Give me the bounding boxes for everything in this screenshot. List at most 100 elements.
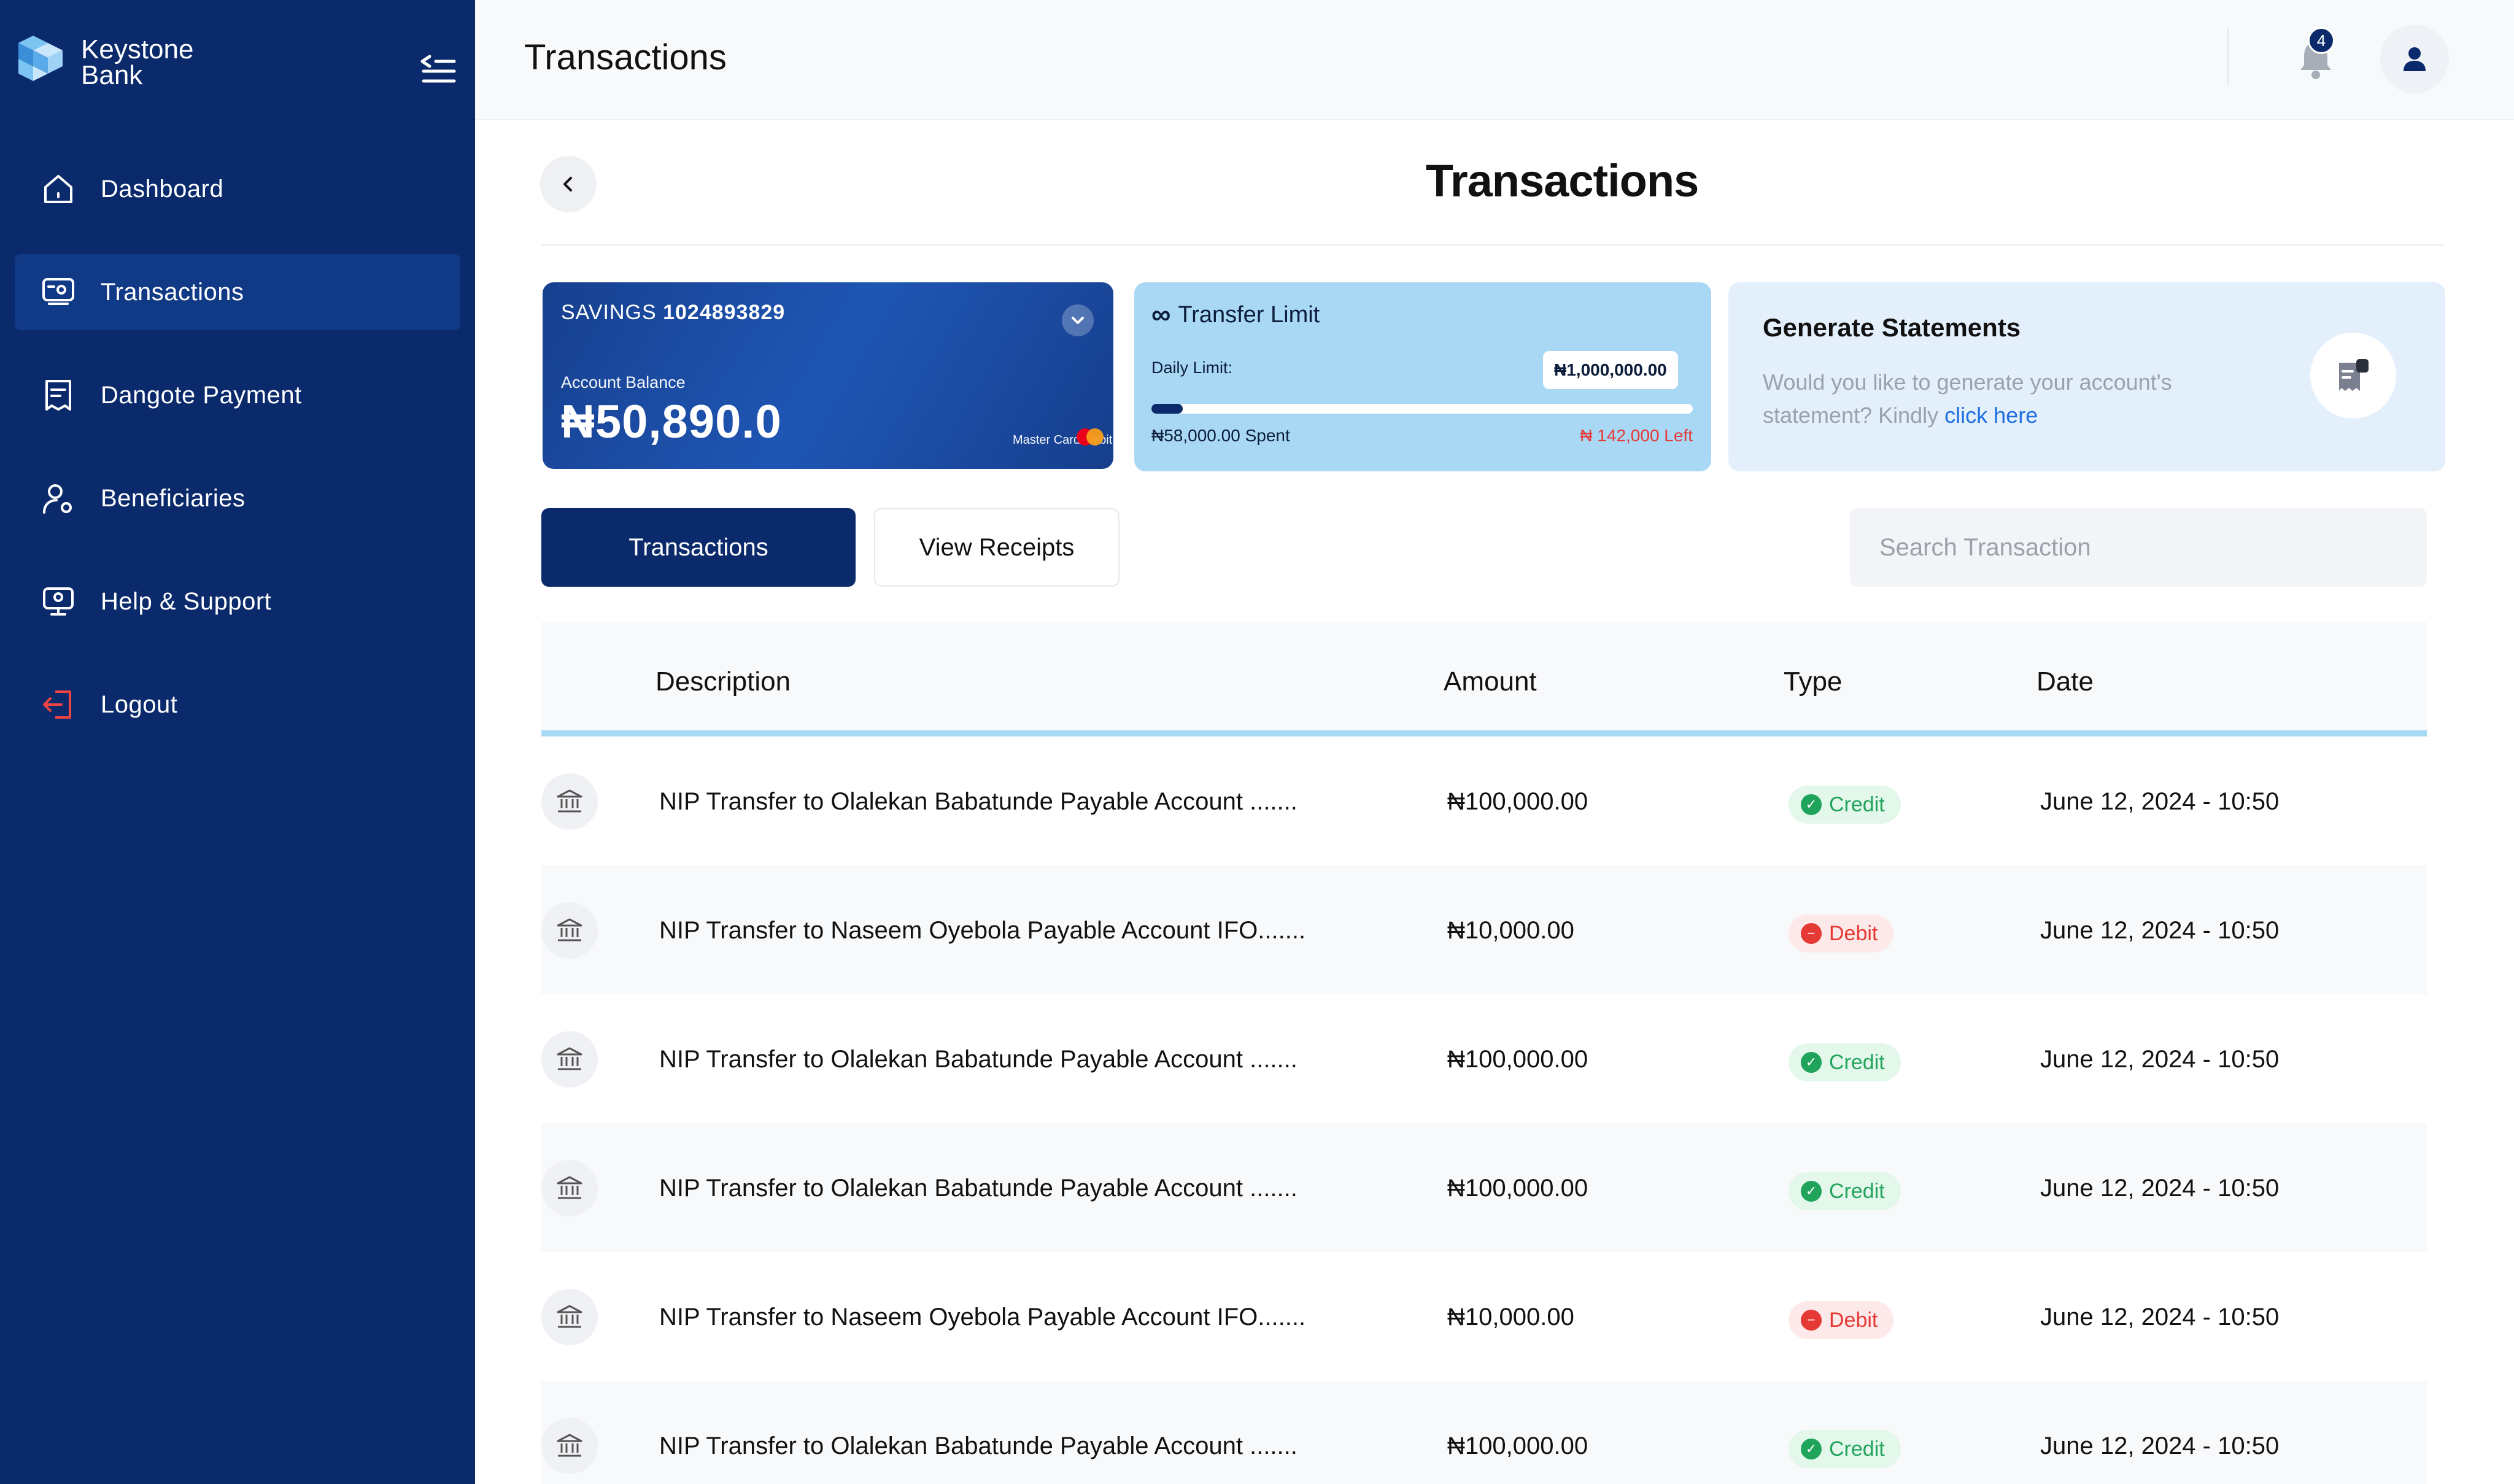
brand-name-line1: Keystone xyxy=(81,34,194,64)
table-row[interactable]: NIP Transfer to Olalekan Babatunde Payab… xyxy=(541,1123,2427,1252)
sidebar-item-help-support[interactable]: Help & Support xyxy=(15,563,460,640)
transaction-amount: ₦10,000.00 xyxy=(1447,1304,1574,1331)
transfer-limit-label: Transfer Limit xyxy=(1178,301,1320,328)
sidebar-item-beneficiaries[interactable]: Beneficiaries xyxy=(15,460,460,536)
header-amount: Amount xyxy=(1444,667,1537,697)
account-balance: ₦50,890.0 xyxy=(561,396,782,448)
transaction-description: NIP Transfer to Olalekan Babatunde Payab… xyxy=(659,1175,1298,1202)
account-number: 1024893829 xyxy=(663,301,786,324)
sidebar-item-label: Dashboard xyxy=(101,175,224,203)
transaction-amount: ₦100,000.00 xyxy=(1447,1432,1588,1459)
table-row[interactable]: NIP Transfer to Olalekan Babatunde Payab… xyxy=(541,1381,2427,1484)
minus-circle-icon: − xyxy=(1801,1310,1822,1331)
transaction-date: June 12, 2024 - 10:50 xyxy=(2040,1432,2280,1459)
user-avatar[interactable] xyxy=(2380,25,2449,93)
account-switch-button[interactable] xyxy=(1062,304,1094,336)
bank-icon xyxy=(541,773,598,830)
tab-transactions[interactable]: Transactions xyxy=(541,508,856,587)
header-description: Description xyxy=(656,667,791,697)
savings-account-card[interactable]: SAVINGS 1024893829 Account Balance ₦50,8… xyxy=(543,282,1113,469)
transaction-description: NIP Transfer to Olalekan Babatunde Payab… xyxy=(659,1046,1298,1073)
table-row[interactable]: NIP Transfer to Olalekan Babatunde Payab… xyxy=(541,736,2427,865)
transaction-description: NIP Transfer to Naseem Oyebola Payable A… xyxy=(659,1304,1306,1331)
keystone-logo-icon xyxy=(18,36,63,81)
minus-circle-icon: − xyxy=(1801,923,1822,944)
transaction-type: Credit xyxy=(1829,1179,1885,1203)
transaction-description: NIP Transfer to Naseem Oyebola Payable A… xyxy=(659,917,1306,944)
sidebar-item-label: Help & Support xyxy=(101,587,272,615)
transaction-type: Debit xyxy=(1829,921,1878,945)
check-circle-icon: ✓ xyxy=(1801,1439,1822,1459)
table-row[interactable]: NIP Transfer to Naseem Oyebola Payable A… xyxy=(541,1252,2427,1381)
sidebar-item-transactions[interactable]: Transactions xyxy=(15,254,460,330)
transaction-date: June 12, 2024 - 10:50 xyxy=(2040,917,2280,944)
transaction-date: June 12, 2024 - 10:50 xyxy=(2040,1175,2280,1202)
transactions-icon xyxy=(41,274,76,310)
transaction-date: June 12, 2024 - 10:50 xyxy=(2040,1046,2280,1073)
sidebar-item-label: Transactions xyxy=(101,278,244,306)
sidebar-item-dangote-payment[interactable]: Dangote Payment xyxy=(15,357,460,433)
collapse-sidebar-icon[interactable] xyxy=(420,52,457,86)
page-title-text: Transactions xyxy=(1425,155,1700,206)
chevron-down-icon xyxy=(1072,317,1084,324)
home-icon xyxy=(41,171,76,207)
sidebar-item-dashboard[interactable]: Dashboard xyxy=(15,151,460,227)
limit-progress-track xyxy=(1151,404,1693,414)
sidebar-item-label: Dangote Payment xyxy=(101,381,302,409)
transaction-amount: ₦100,000.00 xyxy=(1447,1175,1588,1202)
sidebar-nav: Dashboard Transactions Dangote Payment B… xyxy=(15,151,460,770)
table-row[interactable]: NIP Transfer to Naseem Oyebola Payable A… xyxy=(541,865,2427,994)
tab-view-receipts[interactable]: View Receipts xyxy=(874,508,1120,587)
transaction-type-badge: ✓ Credit xyxy=(1789,1172,1901,1210)
keystone-logo[interactable]: Keystone Bank xyxy=(15,32,193,93)
balance-label: Account Balance xyxy=(561,373,686,392)
mastercard-icon xyxy=(1077,428,1104,446)
transaction-date: June 12, 2024 - 10:50 xyxy=(2040,788,2280,815)
infinity-icon: ∞ xyxy=(1151,300,1171,330)
main-content: Transactions SAVINGS 1024893829 Account … xyxy=(475,120,2514,1484)
check-circle-icon: ✓ xyxy=(1801,794,1822,815)
sidebar: Keystone Bank Dashboard Transactions Dan… xyxy=(0,0,475,1484)
transaction-type: Debit xyxy=(1829,1308,1878,1332)
transaction-type: Credit xyxy=(1829,792,1885,816)
transaction-amount: ₦10,000.00 xyxy=(1447,917,1574,944)
transaction-type: Credit xyxy=(1829,1437,1885,1461)
transaction-type-badge: ✓ Credit xyxy=(1789,1430,1901,1468)
limit-progress-fill xyxy=(1151,404,1183,414)
bank-icon xyxy=(541,1031,598,1088)
topbar-divider xyxy=(2227,28,2229,85)
search-transaction-input[interactable] xyxy=(1850,508,2427,587)
table-row[interactable]: NIP Transfer to Olalekan Babatunde Payab… xyxy=(541,994,2427,1123)
generate-statements-card: Generate Statements Would you like to ge… xyxy=(1728,282,2445,471)
sidebar-item-label: Logout xyxy=(101,690,178,718)
brand-name-line2: Bank xyxy=(81,60,143,90)
transaction-amount: ₦100,000.00 xyxy=(1447,1046,1588,1073)
transactions-table: Description Amount Type Date NIP Transfe… xyxy=(541,622,2427,1484)
table-header: Description Amount Type Date xyxy=(541,622,2427,736)
app-root: Keystone Bank Dashboard Transactions Dan… xyxy=(0,0,2514,1484)
header-type: Type xyxy=(1784,667,1843,697)
transaction-type-badge: − Debit xyxy=(1789,1301,1894,1339)
check-circle-icon: ✓ xyxy=(1801,1181,1822,1202)
transaction-type-badge: ✓ Credit xyxy=(1789,1043,1901,1081)
transfer-limit-title: ∞ Transfer Limit xyxy=(1151,300,1320,330)
title-divider xyxy=(541,244,2444,246)
user-icon xyxy=(2404,47,2426,71)
bank-icon xyxy=(541,1418,598,1474)
sidebar-item-logout[interactable]: Logout xyxy=(15,667,460,743)
bank-icon xyxy=(541,902,598,959)
transaction-amount: ₦100,000.00 xyxy=(1447,788,1588,815)
statement-icon[interactable] xyxy=(2310,333,2396,419)
bank-icon xyxy=(541,1160,598,1216)
transaction-type-badge: ✓ Credit xyxy=(1789,786,1901,824)
support-icon xyxy=(41,584,76,619)
topbar-title: Transactions xyxy=(524,37,727,77)
account-label: SAVINGS 1024893829 xyxy=(561,301,785,325)
document-icon xyxy=(2339,359,2369,391)
statements-text: Would you like to generate your account'… xyxy=(1763,366,2266,432)
brand-name: Keystone Bank xyxy=(81,34,194,90)
statements-title: Generate Statements xyxy=(1763,313,2021,342)
statements-link[interactable]: click here xyxy=(1944,403,2038,428)
transfer-limit-card: ∞ Transfer Limit Daily Limit: ₦1,000,000… xyxy=(1134,282,1711,471)
logout-icon xyxy=(41,687,76,722)
